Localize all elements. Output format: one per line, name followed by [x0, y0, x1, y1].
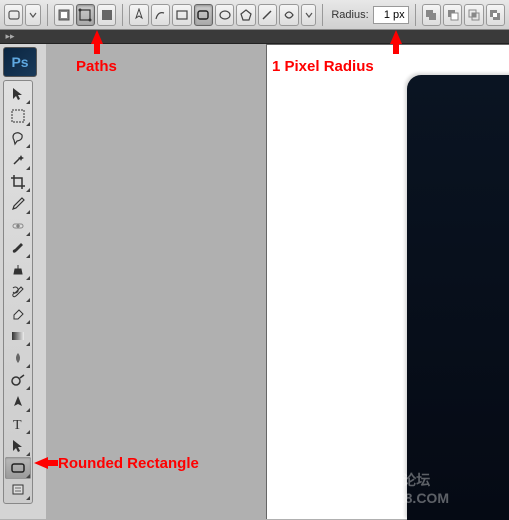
annotation-arrow-stem	[46, 460, 58, 466]
eyedropper-tool[interactable]	[5, 193, 31, 215]
clone-stamp-tool[interactable]	[5, 259, 31, 281]
magic-wand-tool[interactable]	[5, 149, 31, 171]
paths-mode[interactable]	[76, 4, 95, 26]
document-canvas[interactable]	[266, 44, 509, 519]
ps-logo: Ps	[3, 47, 37, 77]
type-tool[interactable]: T	[5, 413, 31, 435]
gradient-tool[interactable]	[5, 325, 31, 347]
radius-input[interactable]	[373, 6, 409, 24]
path-op-intersect[interactable]	[464, 4, 483, 26]
annotation-rounded-rect: Rounded Rectangle	[58, 455, 199, 472]
divider	[122, 4, 123, 26]
lasso-tool[interactable]	[5, 127, 31, 149]
divider	[47, 4, 48, 26]
rectangle-shape[interactable]	[172, 4, 191, 26]
radius-label: Radius:	[331, 9, 368, 21]
left-dock: Ps T	[0, 44, 46, 519]
shape-options-dropdown[interactable]	[301, 4, 317, 26]
divider	[415, 4, 416, 26]
dodge-tool[interactable]	[5, 369, 31, 391]
rounded-rectangle-tool[interactable]	[5, 457, 31, 479]
panel-collapse-icon[interactable]: ▸▸	[0, 30, 20, 44]
line-shape[interactable]	[258, 4, 277, 26]
panel-tab-strip: ▸▸	[0, 30, 509, 44]
svg-text:T: T	[13, 418, 22, 432]
brush-tool[interactable]	[5, 237, 31, 259]
blur-tool[interactable]	[5, 347, 31, 369]
preset-dropdown[interactable]	[25, 4, 41, 26]
workspace	[46, 44, 509, 519]
path-selection-tool[interactable]	[5, 435, 31, 457]
watermark-line2: BBS.16XX8.COM	[337, 489, 449, 507]
annotation-paths: Paths	[76, 58, 117, 75]
options-bar: Radius:	[0, 0, 509, 30]
watermark-line1: PS教程论坛	[337, 471, 449, 489]
history-brush-tool[interactable]	[5, 281, 31, 303]
annotation-arrow-stem	[393, 42, 399, 54]
ellipse-shape[interactable]	[215, 4, 234, 26]
annotation-radius: 1 Pixel Radius	[272, 58, 374, 75]
pen-tool[interactable]	[5, 391, 31, 413]
crop-tool[interactable]	[5, 171, 31, 193]
notes-tool[interactable]	[5, 479, 31, 501]
eraser-tool[interactable]	[5, 303, 31, 325]
path-op-add[interactable]	[422, 4, 441, 26]
tool-preset-picker[interactable]	[4, 4, 23, 26]
move-tool[interactable]	[5, 83, 31, 105]
tools-panel: T	[3, 80, 33, 504]
path-op-subtract[interactable]	[443, 4, 462, 26]
fill-pixels-mode[interactable]	[97, 4, 116, 26]
watermark: PS教程论坛 BBS.16XX8.COM	[337, 471, 449, 507]
divider	[322, 4, 323, 26]
marquee-tool[interactable]	[5, 105, 31, 127]
canvas-shape-preview	[407, 75, 509, 520]
pen-tool-icon[interactable]	[129, 4, 148, 26]
freeform-pen-icon[interactable]	[151, 4, 170, 26]
path-op-exclude[interactable]	[486, 4, 505, 26]
polygon-shape[interactable]	[236, 4, 255, 26]
rounded-rectangle-shape[interactable]	[194, 4, 213, 26]
healing-brush-tool[interactable]	[5, 215, 31, 237]
annotation-arrow-stem	[94, 42, 100, 54]
shape-layers-mode[interactable]	[54, 4, 73, 26]
custom-shape[interactable]	[279, 4, 298, 26]
